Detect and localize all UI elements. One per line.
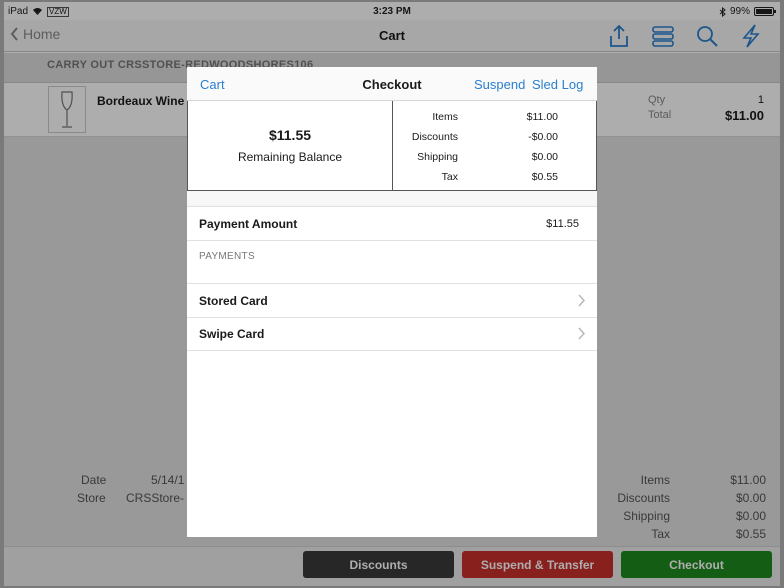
sled-log-link[interactable]: Sled Log (532, 77, 583, 92)
suspend-link[interactable]: Suspend (474, 77, 525, 92)
remaining-balance-label: Remaining Balance (237, 150, 343, 164)
chevron-right-icon (578, 294, 585, 307)
payment-amount-label: Payment Amount (199, 217, 298, 231)
totals-value: $11.00 (526, 111, 558, 123)
payments-header: PAYMENTS (187, 242, 597, 284)
payment-amount-value: $11.55 (546, 218, 579, 230)
totals-label: Items (432, 111, 458, 123)
totals-value: $0.55 (531, 171, 558, 183)
totals-row: Items $11.00 (394, 111, 597, 127)
totals-label: Tax (441, 171, 458, 183)
totals-label: Discounts (411, 131, 458, 143)
payment-amount-row[interactable]: Payment Amount $11.55 (187, 208, 597, 241)
chevron-right-icon (578, 327, 585, 340)
totals-row: Tax $0.55 (394, 171, 597, 187)
totals-row: Shipping $0.00 (394, 151, 597, 167)
payment-method-swipe-card[interactable]: Swipe Card (187, 318, 597, 351)
balance-box: $11.55 Remaining Balance (188, 101, 393, 190)
totals-value: $0.00 (531, 151, 558, 163)
totals-value: -$0.00 (528, 131, 558, 143)
totals-row: Discounts -$0.00 (394, 131, 597, 147)
checkout-summary: $11.55 Remaining Balance Items $11.00 Di… (187, 101, 597, 191)
totals-label: Shipping (417, 151, 458, 163)
payment-method-label: Swipe Card (199, 327, 265, 341)
totals-table: Items $11.00 Discounts -$0.00 Shipping $… (394, 101, 597, 190)
payment-method-label: Stored Card (199, 294, 268, 308)
remaining-balance-amount: $11.55 (268, 127, 312, 143)
payments-header-label: PAYMENTS (199, 251, 255, 262)
section-spacer (187, 191, 597, 207)
payment-method-stored-card[interactable]: Stored Card (187, 285, 597, 318)
modal-nav-bar: Cart Checkout Suspend Sled Log (187, 67, 597, 101)
app-frame: iPad VZW 3:23 PM 99% Home Cart CARRY OUT… (4, 2, 780, 586)
checkout-modal: Cart Checkout Suspend Sled Log $11.55 Re… (187, 67, 597, 537)
